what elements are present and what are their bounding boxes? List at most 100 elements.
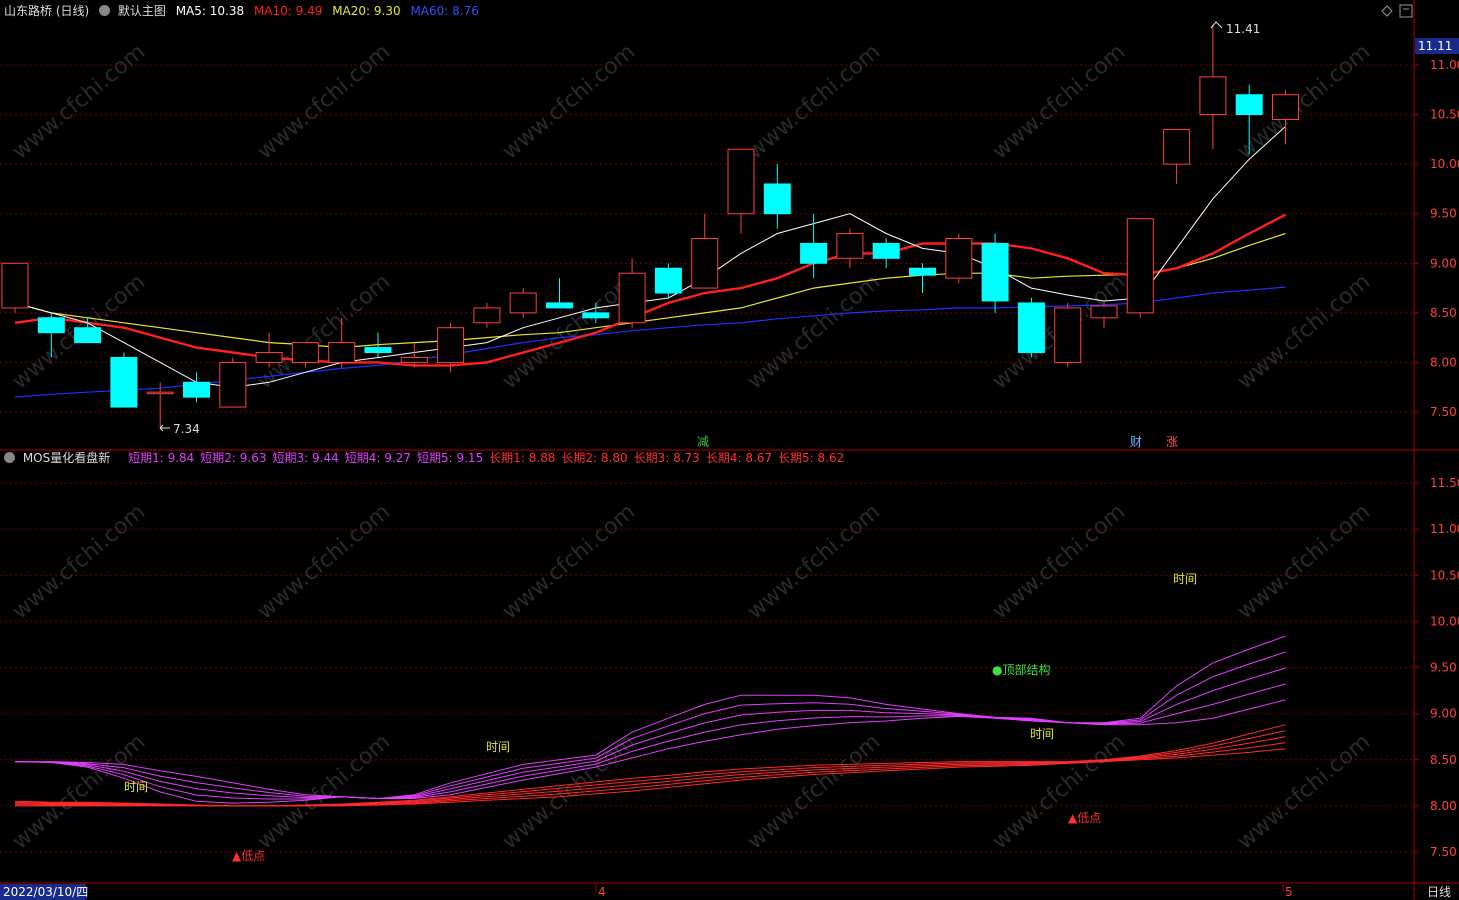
candle-body[interactable] [110,356,138,408]
indicator-tick-label: 10.50 [1430,568,1459,582]
indicator-value: 长期3: 8.73 [633,451,700,465]
candlestick-series[interactable] [1,24,1299,428]
candle-body[interactable] [654,267,682,294]
main-chart-header: 山东路桥 (日线) 默认主图 MA5: 10.38 MA10: 9.49 MA2… [0,1,485,21]
ma20-value: MA20: 9.30 [332,4,401,18]
candle-body[interactable] [473,307,501,324]
candle-body[interactable] [909,267,936,276]
candle-body[interactable] [582,312,610,319]
candle-body[interactable] [1054,307,1082,363]
candle-body[interactable] [1163,128,1191,165]
candle-body[interactable] [146,391,174,395]
candle-body[interactable] [981,242,1009,302]
high-price-label: 11.41 [1226,22,1260,36]
low-arrow-icon [159,424,170,432]
candle-body[interactable] [945,238,973,279]
indicator-value: 短期5: 9.15 [416,451,484,465]
indicator-lines [14,635,1286,807]
candle-body[interactable] [1017,302,1045,354]
candle-body[interactable] [1126,218,1154,314]
ma60-value: MA60: 8.76 [410,4,479,18]
indicator-tick-label: 8.00 [1430,799,1457,813]
candle-body[interactable] [800,242,828,264]
low-point-label: ▲低点 [232,849,265,863]
candle-body[interactable] [291,342,319,363]
month-label-4: 4 [598,885,606,899]
moving-average-lines [14,126,1287,398]
watermark-text: www.cfchi.com [1233,499,1375,624]
date-label: 2022/03/10/四 [3,885,88,899]
candle-body[interactable] [509,292,537,314]
price-tick-label: 8.00 [1430,355,1457,369]
candle-body[interactable] [364,347,392,354]
watermark-text: www.cfchi.com [743,39,885,164]
candle-body[interactable] [836,233,864,259]
time-label: 时间 [486,740,510,754]
watermark-text: www.cfchi.com [988,729,1130,854]
indicator-tick-label: 9.00 [1430,707,1457,721]
candle-body[interactable] [437,327,465,363]
indicator-tick-label: 11.00 [1430,522,1459,536]
indicator-value: 短期3: 9.44 [272,451,339,465]
watermark-text: www.cfchi.com [253,729,395,854]
candle-body[interactable] [328,342,356,363]
indicator-tick-label: 11.50 [1430,476,1459,490]
current-price-label: 11.11 [1418,39,1452,53]
candle-body[interactable] [400,356,428,363]
indicator-value: 短期2: 9.63 [200,451,267,465]
watermark-text: www.cfchi.com [8,39,150,164]
time-label: 时间 [1030,727,1054,741]
candle-body[interactable] [37,317,65,334]
watermark-text: www.cfchi.com [988,39,1130,164]
candle-body[interactable] [1199,76,1227,116]
ma5-value: MA5: 10.38 [175,4,245,18]
maximize-icon[interactable] [1399,4,1413,18]
price-tick-label: 7.50 [1430,405,1457,419]
watermark-text: www.cfchi.com [498,499,640,624]
candle-body[interactable] [763,183,791,215]
candle-body[interactable] [1272,94,1299,121]
dropdown-circle-icon[interactable] [99,5,111,16]
indicator-tick-label: 10.00 [1430,614,1459,628]
candle-body[interactable] [74,327,102,344]
dropdown-circle-icon[interactable] [4,452,15,463]
event-tag-jian[interactable]: 减 [697,435,709,449]
event-tag-cai[interactable]: 财 [1130,435,1142,449]
price-axis[interactable]: 11.00 10.50 10.00 9.50 9.00 8.50 8.00 7.50 11.50… [1414,58,1459,859]
indicator-value: 短期1: 9.84 [128,451,195,465]
ma10-value: MA10: 9.49 [253,4,323,18]
candle-body[interactable] [872,242,900,259]
indicator-title[interactable]: MOS量化看盘新 [23,451,110,465]
indicator-values: 短期1: 9.84 短期2: 9.63 短期3: 9.44 短期4: 9.27 短期5:… [128,451,850,465]
candle-body[interactable] [618,272,646,324]
indicator-tick-label: 8.50 [1430,753,1457,767]
price-tick-label: 8.50 [1430,306,1457,320]
indicator-value: 长期1: 8.88 [489,451,556,465]
candle-body[interactable] [727,148,755,215]
price-tick-label: 10.50 [1430,108,1459,122]
watermark-text: www.cfchi.com [988,499,1130,624]
diamond-icon[interactable] [1381,5,1393,17]
price-tick-label: 11.00 [1430,58,1459,72]
template-selector[interactable]: 默认主图 [118,4,166,18]
candle-body[interactable] [219,361,247,408]
candle-body[interactable] [183,381,210,398]
stock-title[interactable]: 山东路桥 (日线) [4,4,89,18]
indicator-value: 长期4: 8.67 [705,451,773,465]
watermark-text: www.cfchi.com [743,729,885,854]
price-tick-label: 9.50 [1430,207,1457,221]
candle-body[interactable] [1090,305,1118,319]
indicator-tick-label: 7.50 [1430,845,1457,859]
event-tag-zhang[interactable]: 涨 [1166,434,1178,449]
period-label[interactable]: 日线 [1427,885,1451,899]
candle-body[interactable] [691,238,719,289]
short-line [14,667,1286,800]
indicator-value: 长期2: 8.80 [561,451,628,465]
candle-body[interactable] [546,302,573,309]
candle-body[interactable] [1,262,29,309]
price-tick-label: 10.00 [1430,157,1459,171]
candle-body[interactable] [1235,94,1263,116]
watermark-text: www.cfchi.com [253,39,395,164]
top-structure-label: ●顶部结构 [992,662,1050,677]
candle-body[interactable] [255,352,283,363]
